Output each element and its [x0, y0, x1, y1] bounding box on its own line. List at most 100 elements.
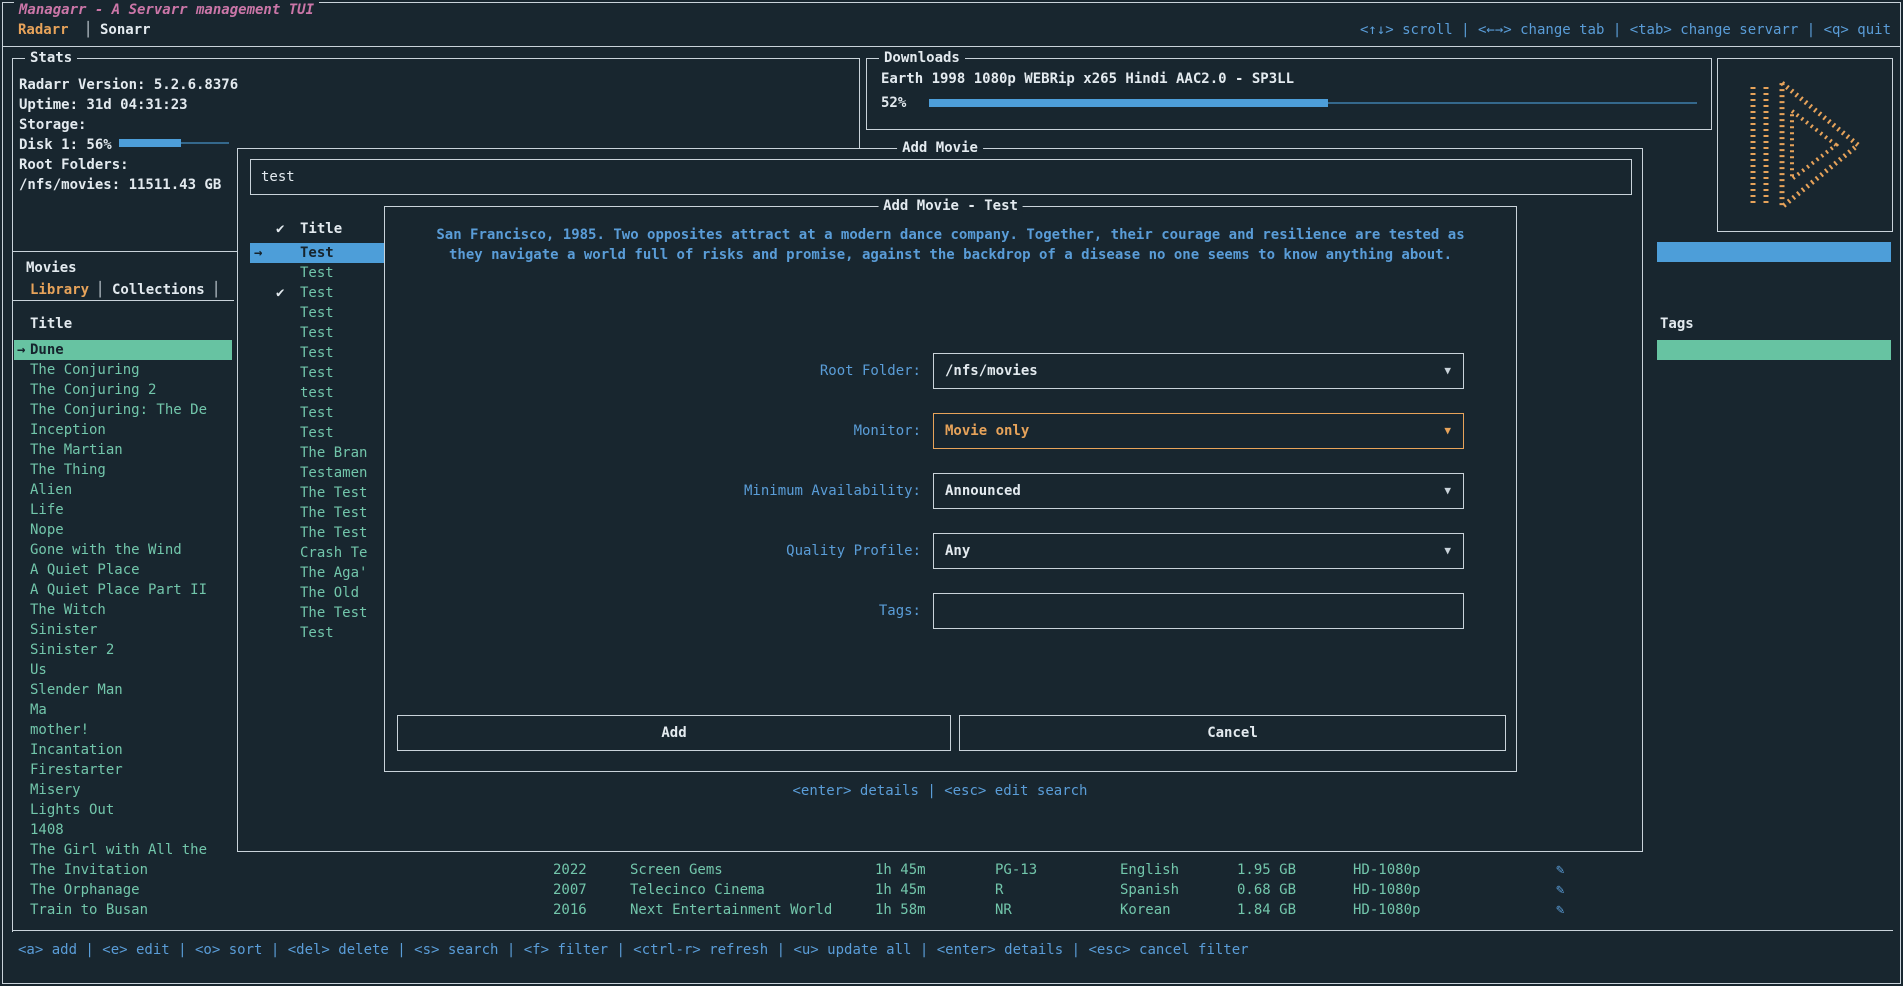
download-progress-bar: [929, 99, 1697, 107]
movie-title: Sinister 2: [30, 642, 114, 658]
library-row[interactable]: Alien: [14, 480, 232, 500]
movie-title: Firestarter: [30, 762, 123, 778]
add-movie-popup-title: Add Movie: [897, 139, 983, 157]
table-row[interactable]: 2007 Telecinco Cinema 1h 45m R Spanish 0…: [553, 880, 1673, 900]
library-row[interactable]: The Conjuring: [14, 360, 232, 380]
tags-input[interactable]: [933, 593, 1464, 629]
add-button[interactable]: Add: [397, 715, 951, 751]
result-title: Test: [300, 623, 334, 643]
library-row[interactable]: The Conjuring 2: [14, 380, 232, 400]
downloads-panel-title: Downloads: [879, 49, 965, 67]
tab-library[interactable]: Library: [30, 280, 89, 300]
table-row[interactable]: 2022 Screen Gems 1h 45m PG-13 English 1.…: [553, 860, 1673, 880]
result-title: The Old: [300, 583, 359, 603]
movie-title: mother!: [30, 722, 89, 738]
library-row[interactable]: Firestarter: [14, 760, 232, 780]
search-result-row[interactable]: The Test: [250, 603, 400, 623]
library-row[interactable]: 1408: [14, 820, 232, 840]
cell-language: Spanish: [1120, 880, 1179, 900]
result-title: Test: [300, 283, 334, 303]
search-result-row[interactable]: The Aga': [250, 563, 400, 583]
library-row[interactable]: The Conjuring: The De: [14, 400, 232, 420]
movie-overview-line1: San Francisco, 1985. Two opposites attra…: [385, 225, 1516, 245]
quality-profile-select[interactable]: Any ▼: [933, 533, 1464, 569]
search-result-row[interactable]: The Bran: [250, 443, 400, 463]
cell-runtime: 1h 45m: [875, 880, 926, 900]
tab-radarr[interactable]: Radarr: [18, 20, 69, 40]
search-result-row[interactable]: Test: [250, 363, 400, 383]
library-row[interactable]: Gone with the Wind: [14, 540, 232, 560]
cell-size: 1.95 GB: [1237, 860, 1296, 880]
library-row[interactable]: Life: [14, 500, 232, 520]
edit-icon[interactable]: ✎: [1556, 860, 1564, 880]
uptime: Uptime: 31d 04:31:23: [19, 95, 188, 115]
selected-row-highlight: [1657, 242, 1891, 262]
movie-search-input[interactable]: test: [250, 159, 1632, 195]
tab-sonarr[interactable]: Sonarr: [100, 20, 151, 40]
movie-title: The Invitation: [30, 862, 148, 878]
library-row[interactable]: Nope: [14, 520, 232, 540]
add-movie-modal: Add Movie - Test San Francisco, 1985. Tw…: [384, 206, 1517, 772]
result-title: Test: [300, 243, 334, 263]
library-row[interactable]: Slender Man: [14, 680, 232, 700]
movie-title: The Thing: [30, 462, 106, 478]
library-row[interactable]: →Dune: [14, 340, 232, 360]
search-result-row[interactable]: Test: [250, 343, 400, 363]
library-row[interactable]: Ma: [14, 700, 232, 720]
search-result-row[interactable]: test: [250, 383, 400, 403]
search-result-row[interactable]: Test: [250, 403, 400, 423]
managarr-app: Managarr - A Servarr management TUI Rada…: [0, 0, 1903, 986]
search-result-row[interactable]: Test: [250, 303, 400, 323]
library-row[interactable]: Us: [14, 660, 232, 680]
library-row[interactable]: Misery: [14, 780, 232, 800]
library-row[interactable]: The Invitation: [14, 860, 232, 880]
search-result-row[interactable]: Test: [250, 323, 400, 343]
result-title: Crash Te: [300, 543, 367, 563]
search-result-row[interactable]: →Test: [250, 243, 400, 263]
library-row[interactable]: Sinister 2: [14, 640, 232, 660]
library-row[interactable]: Train to Busan: [14, 900, 232, 920]
search-result-row[interactable]: The Test: [250, 523, 400, 543]
library-row[interactable]: Sinister: [14, 620, 232, 640]
cancel-button[interactable]: Cancel: [959, 715, 1506, 751]
search-result-row[interactable]: ✔Test: [250, 283, 400, 303]
movie-title: Incantation: [30, 742, 123, 758]
edit-icon[interactable]: ✎: [1556, 900, 1564, 920]
cell-year: 2016: [553, 900, 587, 920]
library-row[interactable]: Incantation: [14, 740, 232, 760]
library-row[interactable]: The Thing: [14, 460, 232, 480]
search-result-row[interactable]: Test: [250, 623, 400, 643]
monitor-select[interactable]: Movie only ▼: [933, 413, 1464, 449]
library-row[interactable]: The Orphanage: [14, 880, 232, 900]
library-row[interactable]: A Quiet Place Part II: [14, 580, 232, 600]
library-row[interactable]: The Martian: [14, 440, 232, 460]
tabs-underline: [12, 300, 234, 301]
table-row[interactable]: 2016 Next Entertainment World 1h 58m NR …: [553, 900, 1673, 920]
movie-title: The Conjuring: The De: [30, 402, 207, 418]
search-result-row[interactable]: Crash Te: [250, 543, 400, 563]
search-result-row[interactable]: Test: [250, 263, 400, 283]
root-folder-select[interactable]: /nfs/movies ▼: [933, 353, 1464, 389]
search-result-row[interactable]: The Old: [250, 583, 400, 603]
library-row[interactable]: Lights Out: [14, 800, 232, 820]
managarr-logo-icon: [1744, 75, 1866, 215]
search-result-row[interactable]: The Test: [250, 503, 400, 523]
search-result-row[interactable]: Testamen: [250, 463, 400, 483]
library-row[interactable]: The Witch: [14, 600, 232, 620]
edit-icon[interactable]: ✎: [1556, 880, 1564, 900]
download-progress-fill: [929, 99, 1328, 107]
movie-title: Gone with the Wind: [30, 542, 182, 558]
bottom-divider: [12, 930, 1893, 931]
tab-collections[interactable]: Collections: [112, 280, 205, 300]
minimum-availability-value: Announced: [945, 474, 1021, 508]
library-row[interactable]: A Quiet Place: [14, 560, 232, 580]
minimum-availability-select[interactable]: Announced ▼: [933, 473, 1464, 509]
library-row[interactable]: Inception: [14, 420, 232, 440]
results-title-column-header: Title: [300, 219, 342, 239]
chevron-down-icon: ▼: [1444, 354, 1451, 388]
library-row[interactable]: mother!: [14, 720, 232, 740]
search-result-row[interactable]: Test: [250, 423, 400, 443]
movie-title: Ma: [30, 702, 47, 718]
library-row[interactable]: The Girl with All the: [14, 840, 232, 860]
search-result-row[interactable]: The Test: [250, 483, 400, 503]
